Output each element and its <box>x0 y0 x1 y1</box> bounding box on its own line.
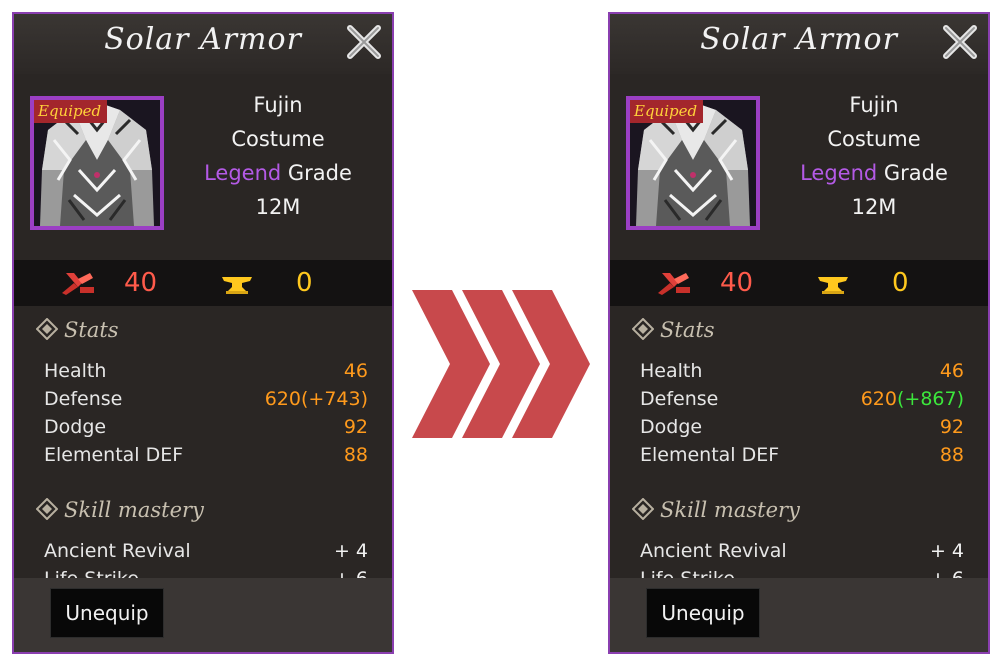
stats-title: Stats <box>660 318 715 342</box>
item-info: Fujin Costume Legend Grade 12M <box>184 88 372 224</box>
item-power: 12M <box>255 195 301 219</box>
grade-word: Legend <box>204 161 282 185</box>
stat-base: 620(+743) <box>264 388 368 410</box>
triple-chevron-right-icon <box>412 290 590 438</box>
stat-base: 88 <box>343 444 368 466</box>
skill-label: Ancient Revival <box>640 540 787 562</box>
anvil-count: 0 <box>296 268 313 298</box>
panel-title: Solar Armor <box>700 22 898 57</box>
stat-label: Dodge <box>44 416 107 438</box>
stat-row-defense: Defense 620(+743) <box>44 388 368 416</box>
title-bar: Solar Armor <box>610 14 988 74</box>
stats-header: Stats <box>631 317 715 342</box>
hammer-count: 40 <box>720 268 754 298</box>
stat-row-defense: Defense 620(+867) <box>640 388 964 416</box>
equipped-badge: Equiped <box>630 100 704 123</box>
item-summary: Equiped Fujin Costume Legend Grade 12M <box>14 74 392 260</box>
close-icon <box>347 25 381 59</box>
hammer-count: 40 <box>124 268 158 298</box>
hammer-icon <box>62 273 94 295</box>
stat-label: Elemental DEF <box>640 444 780 466</box>
stat-value: 620(+743) <box>265 388 368 410</box>
unequip-button[interactable]: Unequip <box>646 588 760 638</box>
item-name-line2: Costume <box>827 127 921 151</box>
skill-mastery-title: Skill mastery <box>660 498 800 522</box>
resource-bar: 40 0 <box>610 260 988 306</box>
stat-base: 88 <box>939 444 964 466</box>
item-grade: Legend Grade <box>780 156 968 190</box>
panel-footer: Unequip <box>610 578 988 652</box>
skill-label: Ancient Revival <box>44 540 191 562</box>
stat-value: 46 <box>940 360 964 382</box>
resource-bar: 40 0 <box>14 260 392 306</box>
stat-base: 92 <box>939 416 964 438</box>
item-info: Fujin Costume Legend Grade 12M <box>780 88 968 224</box>
equipped-badge: Equiped <box>34 100 108 123</box>
hammer-icon <box>658 273 690 295</box>
anvil-icon <box>222 277 252 294</box>
item-grade: Legend Grade <box>184 156 372 190</box>
item-power: 12M <box>851 195 897 219</box>
grade-word: Legend <box>800 161 878 185</box>
stat-base: 92 <box>343 416 368 438</box>
stat-value: 46 <box>344 360 368 382</box>
stats-title: Stats <box>64 318 119 342</box>
close-button[interactable] <box>938 20 982 64</box>
stat-label: Health <box>44 360 107 382</box>
stat-row-elemental-def: Elemental DEF 88 <box>640 444 964 472</box>
stat-row-elemental-def: Elemental DEF 88 <box>44 444 368 472</box>
stat-bonus: (+867) <box>896 388 964 410</box>
item-panel-before: Solar Armor Equiped Fujin Costume Legend… <box>12 12 394 654</box>
stat-label: Health <box>640 360 703 382</box>
stat-value: 88 <box>940 444 964 466</box>
stat-row-dodge: Dodge 92 <box>640 416 964 444</box>
stat-row-health: Health 46 <box>44 360 368 388</box>
grade-suffix: Grade <box>281 161 352 185</box>
stat-base: 46 <box>343 360 368 382</box>
item-name-line2: Costume <box>231 127 325 151</box>
skill-value: + 4 <box>929 540 964 562</box>
stat-label: Defense <box>44 388 123 410</box>
skill-row: Ancient Revival + 4 <box>640 540 964 568</box>
stat-label: Defense <box>640 388 719 410</box>
diamond-ornament-icon <box>35 497 59 521</box>
unequip-button[interactable]: Unequip <box>50 588 164 638</box>
stat-value: 92 <box>940 416 964 438</box>
skill-mastery-title: Skill mastery <box>64 498 204 522</box>
stat-base: 620 <box>860 388 897 410</box>
close-button[interactable] <box>342 20 386 64</box>
item-name-line1: Fujin <box>253 93 303 117</box>
diamond-ornament-icon <box>631 497 655 521</box>
item-image[interactable]: Equiped <box>30 96 164 230</box>
stat-base: 46 <box>939 360 964 382</box>
skill-value: + 4 <box>333 540 368 562</box>
skill-row: Ancient Revival + 4 <box>44 540 368 568</box>
stat-row-dodge: Dodge 92 <box>44 416 368 444</box>
stat-label: Elemental DEF <box>44 444 184 466</box>
title-bar: Solar Armor <box>14 14 392 74</box>
panel-footer: Unequip <box>14 578 392 652</box>
stat-row-health: Health 46 <box>640 360 964 388</box>
stat-label: Dodge <box>640 416 703 438</box>
item-image[interactable]: Equiped <box>626 96 760 230</box>
panel-title: Solar Armor <box>104 22 302 57</box>
skill-mastery-header: Skill mastery <box>631 497 800 522</box>
item-panel-after: Solar Armor Equiped Fujin Costume Legend… <box>608 12 990 654</box>
diamond-ornament-icon <box>631 317 655 341</box>
diamond-ornament-icon <box>35 317 59 341</box>
stat-value: 92 <box>344 416 368 438</box>
item-summary: Equiped Fujin Costume Legend Grade 12M <box>610 74 988 260</box>
stats-header: Stats <box>35 317 119 342</box>
skill-mastery-header: Skill mastery <box>35 497 204 522</box>
grade-suffix: Grade <box>877 161 948 185</box>
stat-value: 620(+867) <box>861 388 964 410</box>
anvil-icon <box>818 277 848 294</box>
close-icon <box>943 25 977 59</box>
item-name-line1: Fujin <box>849 93 899 117</box>
stat-value: 88 <box>344 444 368 466</box>
anvil-count: 0 <box>892 268 909 298</box>
